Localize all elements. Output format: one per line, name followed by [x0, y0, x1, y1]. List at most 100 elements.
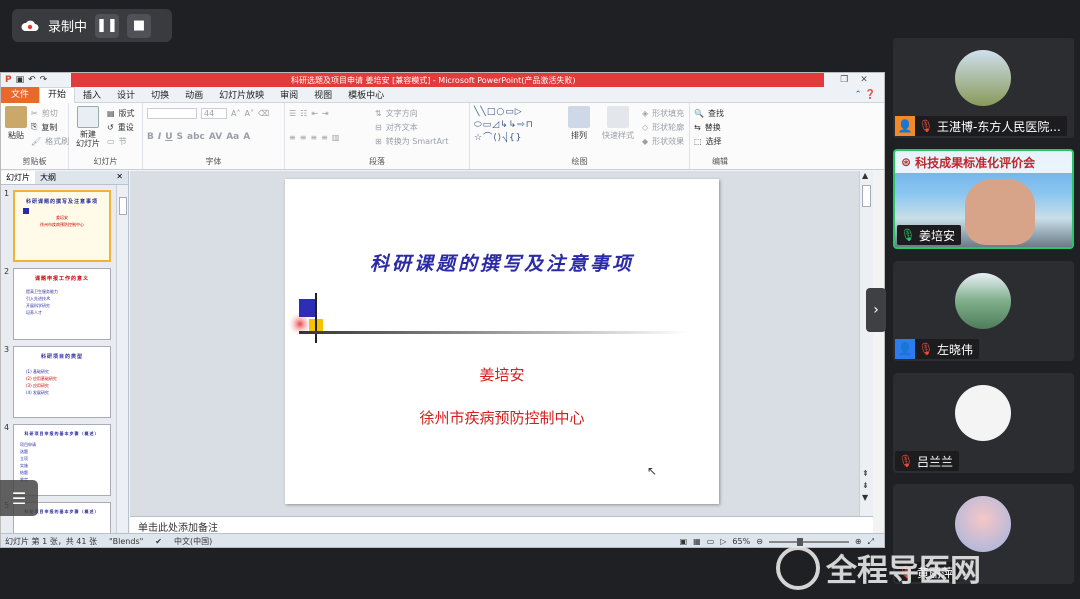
clear-format-icon[interactable]: ⌫: [258, 109, 269, 118]
slide-organization[interactable]: 徐州市疾病预防控制中心: [285, 407, 719, 428]
new-slide-button[interactable]: 新建 幻灯片: [73, 106, 103, 148]
shadow-icon[interactable]: abc: [187, 132, 205, 142]
ppt-logo-icon: P: [5, 75, 12, 85]
tab-slideshow[interactable]: 幻灯片放映: [211, 88, 272, 101]
align-text-button[interactable]: ⊟ 对齐文本: [375, 120, 448, 134]
quick-styles-button[interactable]: 快速样式: [600, 106, 636, 148]
tab-insert[interactable]: 插入: [75, 88, 109, 101]
shape-outline-label: 形状轮廓: [652, 122, 685, 132]
strikethrough-icon[interactable]: S: [177, 132, 183, 142]
layout-button[interactable]: ▤ 版式: [107, 106, 135, 120]
shapes-gallery[interactable]: ╲╲□○▭▷ ⬭▭◿↳↳⇨⊓ ☆⌒⟨⟩⎷{}: [474, 106, 558, 146]
indent-icon[interactable]: ⇤: [311, 109, 318, 118]
slideshow-view-icon[interactable]: ▷: [720, 537, 726, 546]
justify-icon[interactable]: ≡: [321, 133, 328, 142]
zoom-level[interactable]: 65%: [732, 537, 750, 546]
reading-view-icon[interactable]: ▭: [707, 537, 715, 546]
normal-view-icon[interactable]: ▣: [680, 537, 688, 546]
section-button[interactable]: ▭ 节: [107, 134, 135, 148]
participant-tile[interactable]: 👤 🎙 王湛博-东方人民医院...: [893, 38, 1074, 138]
zoom-slider[interactable]: [768, 537, 849, 546]
char-spacing-icon[interactable]: AV: [209, 132, 222, 142]
tab-template-center[interactable]: 模板中心: [340, 88, 392, 101]
text-direction-button[interactable]: ⇅ 文字方向: [375, 106, 448, 120]
columns-icon[interactable]: ▥: [332, 133, 340, 142]
replace-button[interactable]: ⇆ 替换: [694, 120, 746, 134]
change-case-icon[interactable]: Aa: [226, 132, 239, 142]
bullets-icon[interactable]: ☰: [289, 109, 296, 118]
tab-home[interactable]: 开始: [39, 86, 76, 103]
prev-slide-icon[interactable]: ⇞: [862, 469, 869, 478]
slide-title[interactable]: 科研课题的撰写及注意事项: [285, 249, 719, 276]
collapse-panel-handle[interactable]: ›: [866, 288, 886, 332]
font-family-select[interactable]: [147, 107, 197, 119]
window-controls[interactable]: ❐ ✕: [824, 73, 884, 87]
thumbnail-scrollbar[interactable]: [116, 185, 128, 535]
bold-icon[interactable]: B: [147, 132, 154, 142]
font-size-select[interactable]: 44: [201, 107, 227, 119]
thumbnail-2[interactable]: 2 课题申报工作的意义 提高卫生服务能力 引入先进技术 开展科学研究 培养人才: [1, 267, 129, 343]
theme-name: "Blends": [108, 537, 144, 546]
reset-button[interactable]: ↺ 重设: [107, 120, 135, 134]
scrollbar-thumb[interactable]: [862, 185, 871, 207]
restore-icon[interactable]: ❐: [840, 75, 848, 85]
outdent-icon[interactable]: ⇥: [322, 109, 329, 118]
numbering-icon[interactable]: ☷: [300, 109, 307, 118]
help-icon[interactable]: ⌃ ❓: [854, 90, 884, 100]
current-slide[interactable]: 科研课题的撰写及注意事项 姜培安 徐州市疾病预防控制中心 ↖: [285, 179, 719, 504]
zoom-out-icon[interactable]: ⊖: [756, 537, 763, 546]
paste-button[interactable]: 粘贴: [5, 106, 27, 148]
align-right-icon[interactable]: ≡: [310, 133, 317, 142]
shape-effects-button[interactable]: ◆ 形状效果: [642, 134, 684, 148]
underline-icon[interactable]: U: [165, 132, 172, 142]
undo-icon[interactable]: ↶: [28, 75, 36, 85]
participant-tile[interactable]: 🎙 吕兰兰: [893, 373, 1074, 473]
close-icon[interactable]: ✕: [860, 75, 868, 85]
spellcheck-icon[interactable]: ✔: [155, 537, 162, 546]
redo-icon[interactable]: ↷: [40, 75, 48, 85]
italic-icon[interactable]: I: [158, 132, 161, 142]
shape-fill-button[interactable]: ◈ 形状填充: [642, 106, 684, 120]
tab-animations[interactable]: 动画: [177, 88, 211, 101]
tab-slides[interactable]: 幻灯片: [1, 171, 35, 184]
quick-access-toolbar[interactable]: P ▣ ↶ ↷: [1, 73, 71, 87]
participant-tile[interactable]: 👤 🎙 左晓伟: [893, 261, 1074, 361]
close-pane-icon[interactable]: ✕: [111, 171, 128, 184]
font-color-icon[interactable]: A: [243, 132, 250, 142]
format-painter-button[interactable]: 🖌 格式刷: [31, 134, 69, 148]
smartart-button[interactable]: ⊞ 转换为 SmartArt: [375, 134, 448, 148]
shrink-font-icon[interactable]: A˅: [244, 109, 253, 118]
shape-outline-button[interactable]: ◇ 形状轮廓: [642, 120, 684, 134]
copy-button[interactable]: ⎘ 复制: [31, 120, 69, 134]
pause-icon[interactable]: ❚❚: [95, 13, 120, 38]
scroll-up-icon[interactable]: ▲: [862, 171, 868, 180]
tab-view[interactable]: 视图: [306, 88, 340, 101]
tab-review[interactable]: 审阅: [272, 88, 306, 101]
tab-transitions[interactable]: 切换: [143, 88, 177, 101]
align-left-icon[interactable]: ≡: [289, 133, 296, 142]
scroll-down-icon[interactable]: ▼: [862, 493, 868, 502]
stop-icon[interactable]: ■: [127, 13, 152, 38]
tab-outline[interactable]: 大纲: [35, 171, 61, 184]
align-center-icon[interactable]: ≡: [300, 133, 307, 142]
thumbnail-1[interactable]: 1 科研课题的撰写及注意事项 姜培安 徐州市疾病预防控制中心: [1, 189, 129, 265]
scrollbar-thumb[interactable]: [119, 197, 127, 215]
slide-author[interactable]: 姜培安: [285, 364, 719, 385]
cut-button[interactable]: ✂ 剪切: [31, 106, 69, 120]
thumbnail-3[interactable]: 3 科研项目的类型 (1) 基础研究 (2) 应用基础研究 (3) 应用研究 (…: [1, 345, 129, 421]
notes-pane[interactable]: 单击此处添加备注: [130, 516, 873, 534]
slide-scrollbar[interactable]: ▲ ⇞ ⇟ ▼: [859, 171, 873, 516]
sorter-view-icon[interactable]: ▦: [693, 537, 701, 546]
banner-text: 科技成果标准化评价会: [915, 155, 1036, 170]
tab-design[interactable]: 设计: [109, 88, 143, 101]
participant-tile-active-speaker[interactable]: ⊛ 科技成果标准化评价会 🎙 姜培安: [893, 149, 1074, 249]
grow-font-icon[interactable]: A˄: [231, 109, 240, 118]
select-button[interactable]: ⬚ 选择: [694, 134, 746, 148]
thumbnail-slide: 科研课题的撰写及注意事项 姜培安 徐州市疾病预防控制中心: [13, 190, 111, 262]
tab-file[interactable]: 文件: [1, 86, 40, 103]
save-icon[interactable]: ▣: [16, 75, 25, 85]
menu-list-icon[interactable]: ☰: [0, 480, 38, 516]
find-button[interactable]: 🔍 查找: [694, 106, 746, 120]
arrange-button[interactable]: 排列: [564, 106, 594, 148]
next-slide-icon[interactable]: ⇟: [862, 481, 869, 490]
